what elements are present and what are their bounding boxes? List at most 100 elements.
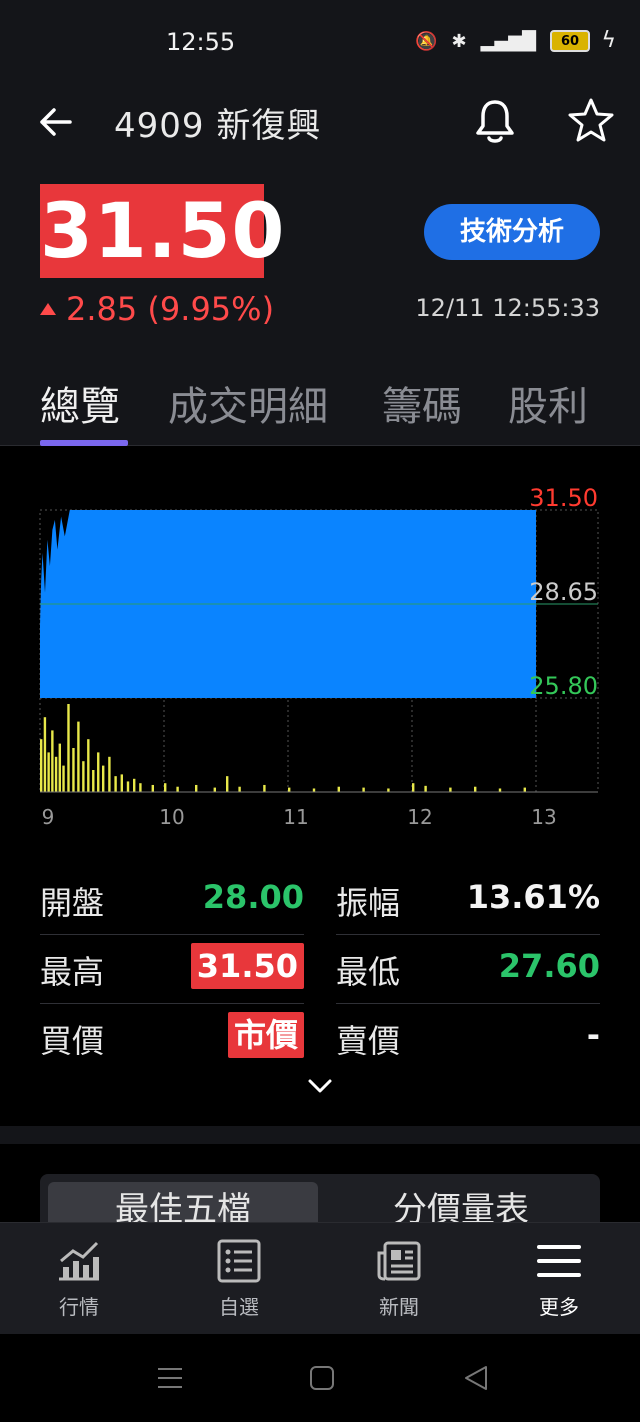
high-value: 31.50 <box>190 943 304 989</box>
status-time: 12:55 <box>166 28 236 56</box>
volume-bar <box>77 721 80 792</box>
volume-bar <box>92 770 95 792</box>
high-label: 最高 <box>40 953 105 991</box>
chart-y-label: 25.80 <box>529 672 598 700</box>
volume-bar <box>263 784 266 792</box>
low-cell: 最低 27.60 <box>336 935 600 1004</box>
volume-bar <box>72 748 75 792</box>
bid-value: 市價 <box>227 1012 304 1058</box>
volume-bar <box>412 783 415 792</box>
tab-trade-details[interactable]: 成交明細 <box>168 374 328 432</box>
volume-bar <box>126 781 130 792</box>
volume-bar <box>312 788 316 792</box>
expand-chevron-icon[interactable] <box>306 1076 334 1096</box>
current-price: 31.50 <box>40 184 284 278</box>
volume-bar <box>139 783 142 792</box>
volume-bar <box>195 784 198 792</box>
back-triangle-icon[interactable] <box>462 1364 490 1392</box>
stock-header: 4909 新復興 31.50 技術分析 2.85 (9.95%) 12/11 1… <box>0 84 640 446</box>
volume-bar <box>449 787 452 792</box>
low-value: 27.60 <box>498 947 600 985</box>
nav-news[interactable]: 新聞 <box>344 1239 454 1320</box>
up-triangle-icon <box>40 303 56 315</box>
volume-bar <box>164 783 167 792</box>
price-change-value: 2.85 (9.95%) <box>66 290 275 328</box>
recent-apps-icon[interactable] <box>156 1364 184 1392</box>
ask-value: - <box>586 1016 600 1054</box>
bid-label: 買價 <box>40 1022 105 1060</box>
overview-panel: 31.50 28.65 25.80 9 10 11 12 13 開盤 28.00 振幅 13.… <box>0 446 640 1126</box>
bluetooth-icon: ✱ <box>451 30 467 52</box>
chart-x-label: 9 <box>42 805 55 829</box>
nav-news-label: 新聞 <box>379 1295 419 1319</box>
technical-analysis-button[interactable]: 技術分析 <box>424 204 600 260</box>
volume-bar <box>238 786 241 792</box>
nav-market-label: 行情 <box>59 1295 99 1319</box>
nav-more[interactable]: 更多 <box>504 1239 614 1320</box>
volume-bar <box>498 788 502 792</box>
battery-icon: 60 <box>550 30 590 52</box>
news-icon <box>377 1241 421 1281</box>
amplitude-label: 振幅 <box>336 884 401 922</box>
volume-bar <box>40 739 43 792</box>
volume-bar <box>108 756 111 792</box>
volume-bar <box>213 787 216 792</box>
status-bar: 12:55 🔕 ✱ ▂▄▆█ 60 ϟ <box>0 0 640 84</box>
volume-bar <box>226 776 229 792</box>
volume-bar <box>474 786 477 792</box>
volume-bar <box>176 786 179 792</box>
chart-y-label: 28.65 <box>529 578 598 606</box>
bottom-navigation: 行情 自選 新聞 更多 <box>0 1222 640 1334</box>
chart-x-label: 13 <box>531 805 556 829</box>
stats-row-2: 最高 31.50 最低 27.60 <box>40 935 600 1004</box>
nav-watchlist[interactable]: 自選 <box>184 1239 294 1320</box>
tab-chips[interactable]: 籌碼 <box>382 374 462 432</box>
star-icon[interactable] <box>566 96 616 146</box>
volume-bar <box>62 765 65 792</box>
price-change: 2.85 (9.95%) <box>40 290 274 328</box>
chart-x-label: 10 <box>159 805 184 829</box>
volume-bar <box>424 785 427 792</box>
open-label: 開盤 <box>40 884 105 922</box>
volume-bar <box>288 787 291 792</box>
mute-icon: 🔕 <box>415 30 438 52</box>
quote-timestamp: 12/11 12:55:33 <box>415 294 600 322</box>
amplitude-cell: 振幅 13.61% <box>336 866 600 935</box>
charging-icon: ϟ <box>601 28 616 53</box>
volume-bar <box>102 765 105 792</box>
volume-bar <box>51 730 54 792</box>
home-icon[interactable] <box>308 1364 336 1392</box>
high-cell: 最高 31.50 <box>40 935 304 1004</box>
volume-bar <box>133 778 136 792</box>
chart-y-label: 31.50 <box>529 484 598 512</box>
volume-bar <box>114 776 117 792</box>
watchlist-icon <box>217 1239 261 1283</box>
volume-bar <box>47 752 50 792</box>
volume-bar <box>54 756 58 792</box>
open-cell: 開盤 28.00 <box>40 866 304 935</box>
low-label: 最低 <box>336 953 401 991</box>
stock-title: 4909 新復興 <box>114 106 322 146</box>
intraday-chart[interactable]: 31.50 28.65 25.80 9 10 11 12 13 <box>0 446 640 846</box>
volume-bar <box>43 717 47 792</box>
back-arrow-icon[interactable] <box>36 102 76 142</box>
open-value: 28.00 <box>202 878 304 916</box>
amplitude-value: 13.61% <box>466 878 600 916</box>
chart-x-label: 11 <box>283 805 308 829</box>
system-navigation-bar <box>0 1334 640 1422</box>
status-icons: 🔕 ✱ ▂▄▆█ 60 <box>415 30 590 52</box>
volume-bar <box>120 774 123 792</box>
nav-more-label: 更多 <box>539 1295 579 1319</box>
stats-row-1: 開盤 28.00 振幅 13.61% <box>40 866 600 935</box>
volume-bar <box>82 761 85 792</box>
tab-dividends[interactable]: 股利 <box>508 374 588 432</box>
bell-icon[interactable] <box>472 96 518 146</box>
volume-bar <box>362 787 365 792</box>
volume-bar <box>97 752 100 792</box>
section-separator <box>0 1126 640 1144</box>
nav-market[interactable]: 行情 <box>24 1239 134 1320</box>
stats-row-3: 買價 市價 賣價 - <box>40 1004 600 1073</box>
nav-watchlist-label: 自選 <box>219 1295 259 1319</box>
tab-overview[interactable]: 總覽 <box>40 374 120 432</box>
ask-label: 賣價 <box>336 1022 401 1060</box>
